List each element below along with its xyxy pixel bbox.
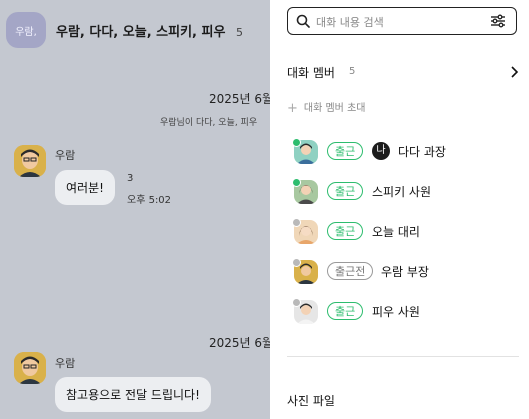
invite-member-button[interactable]: + 대화 멤버 초대 <box>287 99 365 116</box>
unread-count: 3 <box>127 173 134 184</box>
member-name: 피우 사원 <box>372 305 420 319</box>
room-member-count: 5 <box>235 26 243 39</box>
photo-files-section-title[interactable]: 사진 파일 <box>287 392 335 409</box>
status-badge: 출근전 <box>327 262 374 280</box>
invite-member-label: 대화 멤버 초대 <box>303 103 366 114</box>
presence-dot <box>292 178 301 187</box>
message-time: 오후 5:02 <box>127 195 172 206</box>
member-name: 우람 부장 <box>381 265 429 279</box>
members-section-header[interactable]: 대화 멤버 5 <box>287 64 519 82</box>
divider <box>287 356 519 357</box>
chevron-right-icon[interactable] <box>509 66 519 78</box>
date-separator: 2025년 6월 <box>209 336 270 350</box>
room-avatar-label: 우람, <box>15 26 37 38</box>
status-badge: 출근 <box>327 142 364 160</box>
member-item[interactable]: 출근 나 다다 과장 <box>292 138 514 165</box>
search-input[interactable] <box>314 12 488 32</box>
message-bubble[interactable]: 여러분! <box>55 170 115 205</box>
me-indicator: 나 <box>372 142 390 160</box>
member-name: 다다 과장 <box>398 145 446 159</box>
chat-info-drawer: 대화 멤버 5 + 대화 멤버 초대 출근 나 다다 과장 출근 스피키 사원 출… <box>270 0 529 419</box>
status-badge: 출근 <box>327 222 364 240</box>
sender-name: 우람 <box>55 357 76 370</box>
sender-name: 우람 <box>55 149 76 162</box>
presence-dot <box>292 138 301 147</box>
room-avatar: 우람, <box>6 12 46 48</box>
member-item[interactable]: 출근 스피키 사원 <box>292 178 514 205</box>
system-message: 우람님이 다다, 오늘, 피우 <box>160 118 258 128</box>
status-badge: 출근 <box>327 182 364 200</box>
member-name: 오늘 대리 <box>372 225 420 239</box>
avatar[interactable] <box>14 352 46 384</box>
room-title-text: 우람, 다다, 오늘, 스피키, 피우 <box>56 25 226 40</box>
chat-pane: 우람, 우람, 다다, 오늘, 스피키, 피우 5 2025년 6월 우람님이 … <box>0 0 270 419</box>
room-title: 우람, 다다, 오늘, 스피키, 피우 5 <box>56 21 243 40</box>
presence-dot <box>292 258 301 267</box>
presence-dot <box>292 218 301 227</box>
member-item[interactable]: 출근 피우 사원 <box>292 298 514 325</box>
message-bubble[interactable]: 참고용으로 전달 드립니다! <box>55 377 211 412</box>
member-item[interactable]: 출근 오늘 대리 <box>292 218 514 245</box>
member-item[interactable]: 출근전 우람 부장 <box>292 258 514 285</box>
status-badge: 출근 <box>327 302 364 320</box>
search-icon <box>296 14 310 28</box>
date-separator: 2025년 6월 <box>209 92 270 106</box>
search-box[interactable] <box>287 7 517 35</box>
avatar[interactable] <box>14 145 46 177</box>
filter-icon[interactable] <box>490 14 506 28</box>
members-count: 5 <box>349 66 356 77</box>
presence-dot <box>292 298 301 307</box>
member-name: 스피키 사원 <box>372 185 432 199</box>
members-section-title: 대화 멤버 <box>287 66 335 80</box>
plus-icon: + <box>287 101 298 116</box>
